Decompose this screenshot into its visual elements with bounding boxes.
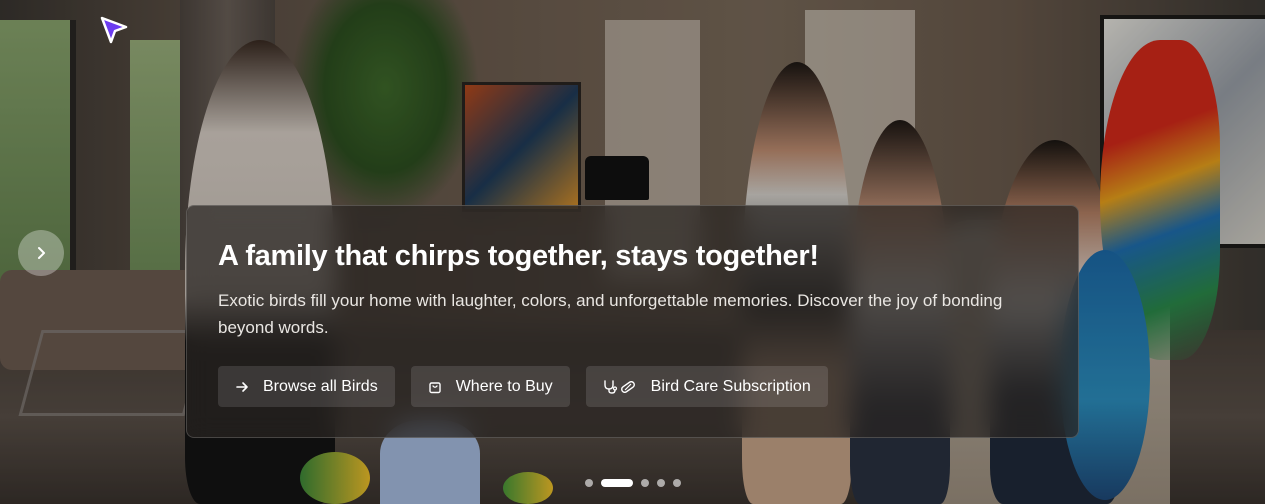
hero-title: A family that chirps together, stays tog… xyxy=(218,240,819,272)
carousel-pagination xyxy=(585,479,681,487)
carousel-dot[interactable] xyxy=(657,479,665,487)
hero-description: Exotic birds fill your home with laughte… xyxy=(218,291,1003,337)
carousel-dot[interactable] xyxy=(673,479,681,487)
carousel-next-button[interactable] xyxy=(18,230,64,276)
browse-all-birds-label: Browse all Birds xyxy=(263,377,378,395)
hero-card: A family that chirps together, stays tog… xyxy=(186,205,1079,438)
bird-care-subscription-button[interactable]: Bird Care Subscription xyxy=(585,366,828,407)
carousel-dot-active[interactable] xyxy=(601,479,633,487)
hero-banner: A family that chirps together, stays tog… xyxy=(0,0,1265,504)
browse-all-birds-button[interactable]: Browse all Birds xyxy=(218,366,395,407)
where-to-buy-label: Where to Buy xyxy=(455,377,553,395)
chevron-right-icon xyxy=(38,247,45,259)
bird-care-subscription-label: Bird Care Subscription xyxy=(650,377,811,395)
cursor-icon xyxy=(100,16,128,44)
shopping-bag-icon xyxy=(429,381,441,393)
stethoscope-pill-icon xyxy=(603,379,635,394)
carousel-dot[interactable] xyxy=(585,479,593,487)
where-to-buy-button[interactable]: Where to Buy xyxy=(410,366,570,407)
hero-actions: Browse all Birds Where to Buy Bird Care … xyxy=(218,366,1047,407)
carousel-dot[interactable] xyxy=(641,479,649,487)
arrow-right-icon xyxy=(236,381,248,392)
